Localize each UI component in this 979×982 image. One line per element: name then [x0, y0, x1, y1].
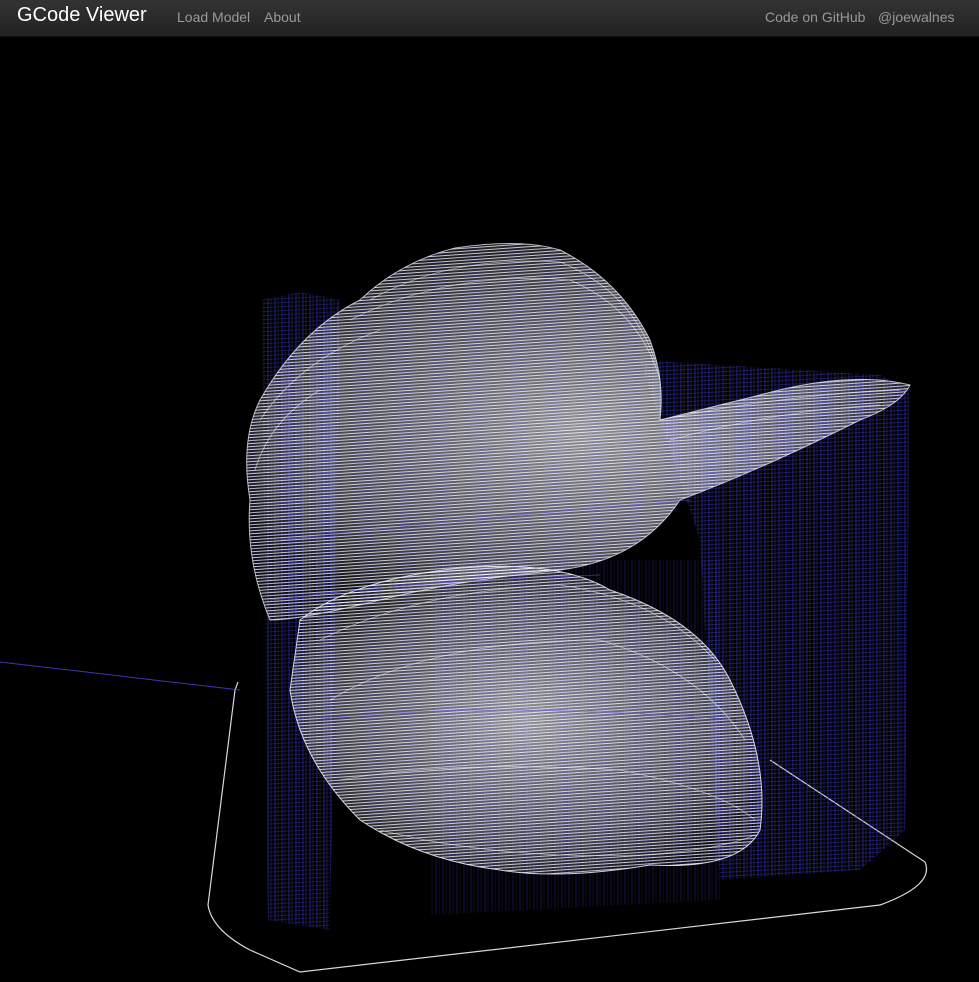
- github-link[interactable]: Code on GitHub: [765, 9, 865, 25]
- top-navbar: GCode Viewer Load Model About Code on Gi…: [0, 0, 979, 37]
- model-render[interactable]: [0, 37, 979, 982]
- model-viewport[interactable]: [0, 37, 979, 982]
- brand-link[interactable]: GCode Viewer: [17, 4, 147, 27]
- load-model-link[interactable]: Load Model: [177, 9, 250, 25]
- twitter-link[interactable]: @joewalnes: [878, 9, 954, 25]
- about-link[interactable]: About: [264, 9, 301, 25]
